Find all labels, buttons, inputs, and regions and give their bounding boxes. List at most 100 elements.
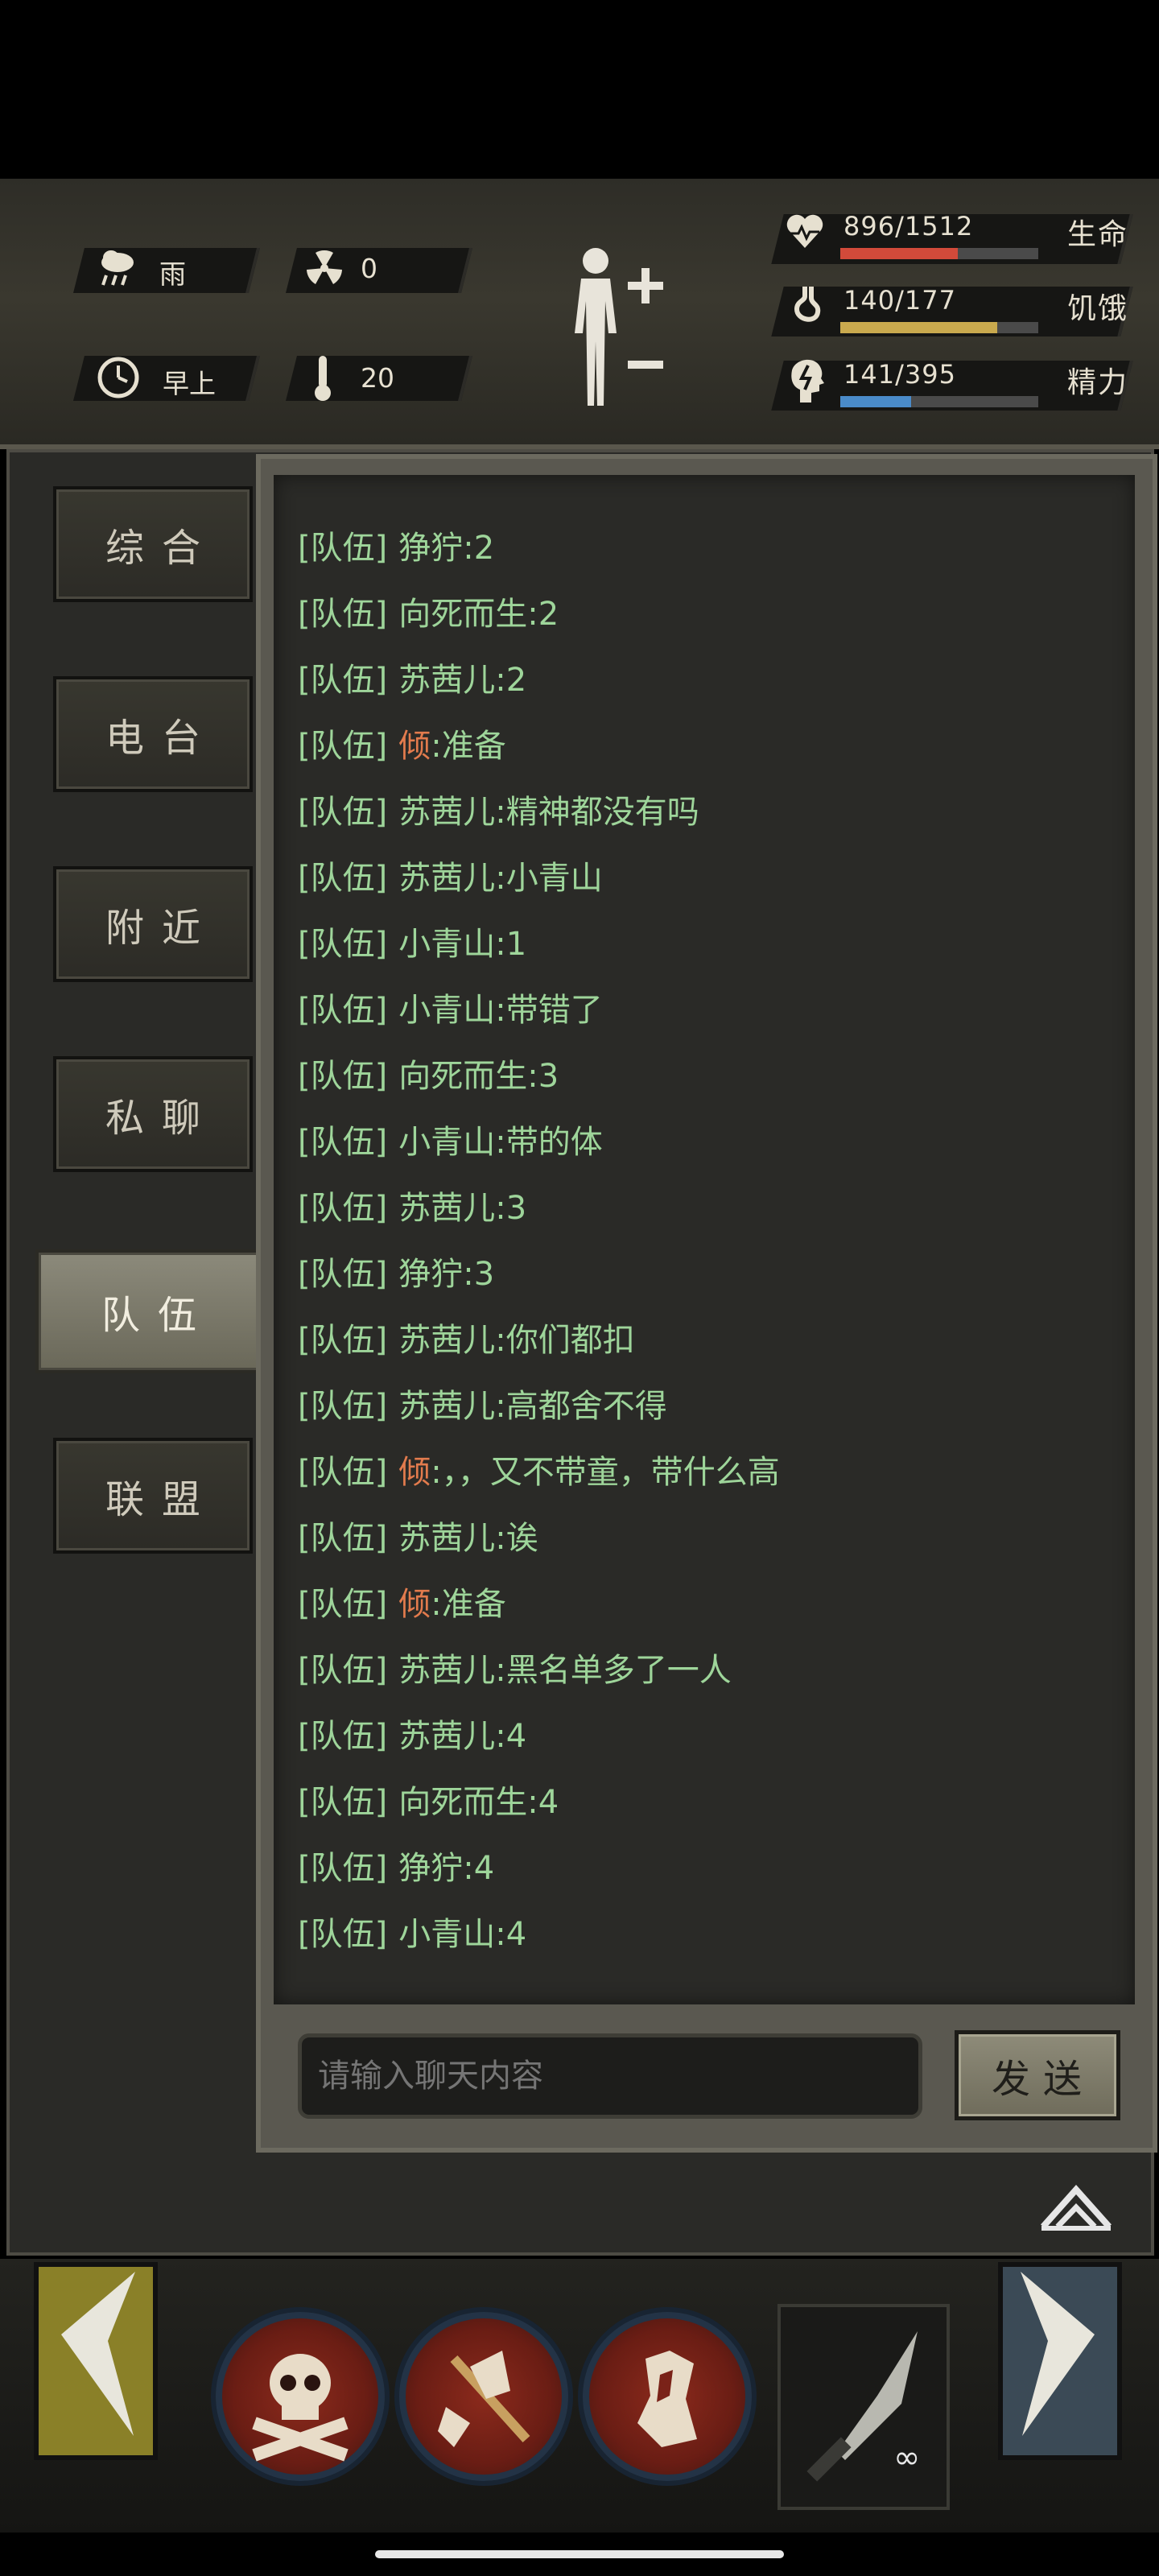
health-bar-track: [840, 248, 1038, 259]
message-text: 4: [505, 1718, 527, 1755]
energy-value: 141/395: [843, 359, 956, 390]
message-text: 3: [538, 1058, 559, 1095]
chevron-left-icon: [61, 2272, 135, 2436]
chat-message: [队伍] 倾:准备: [298, 1578, 506, 1628]
message-separator: :: [495, 1520, 506, 1557]
message-sender[interactable]: 苏茜儿: [398, 1190, 495, 1227]
skill-armor-button[interactable]: [583, 2312, 752, 2481]
chat-message: [队伍] 苏茜儿:诶: [298, 1512, 538, 1562]
tab-team[interactable]: 队伍: [35, 1249, 262, 1373]
message-sender[interactable]: 向死而生: [398, 1058, 527, 1095]
tab-alliance[interactable]: 联盟: [53, 1438, 253, 1554]
hunger-value: 140/177: [843, 285, 956, 316]
message-channel: [队伍]: [298, 1124, 388, 1161]
chat-message: [队伍] 狰狞:3: [298, 1248, 494, 1298]
message-separator: :: [495, 1916, 506, 1953]
message-sender[interactable]: 苏茜儿: [398, 1520, 495, 1557]
chat-message: [队伍] 小青山:4: [298, 1908, 526, 1958]
message-sender[interactable]: 小青山: [398, 926, 495, 963]
health-label: 生命: [1067, 218, 1129, 251]
chat-message: [队伍] 小青山:带的体: [298, 1116, 603, 1166]
message-channel: [队伍]: [298, 596, 388, 633]
message-channel: [队伍]: [298, 1454, 388, 1491]
message-channel: [队伍]: [298, 1916, 388, 1953]
chat-message: [队伍] 倾:，，又不带童，带什么高: [298, 1446, 780, 1496]
message-text: 精神都没有吗: [505, 794, 699, 831]
message-text: 准备: [441, 728, 506, 765]
chat-message: [队伍] 向死而生:4: [298, 1776, 559, 1826]
message-separator: :: [495, 860, 506, 897]
message-text: 3: [473, 1256, 495, 1293]
hunger-bar-fill: [840, 322, 997, 333]
message-channel: [队伍]: [298, 1190, 388, 1227]
chat-message: [队伍] 苏茜儿:高都舍不得: [298, 1380, 667, 1430]
skill-skull-button[interactable]: [216, 2312, 385, 2481]
chat-message: [队伍] 向死而生:2: [298, 588, 559, 638]
chat-message: [队伍] 狰狞:2: [298, 522, 494, 572]
message-sender[interactable]: 苏茜儿: [398, 662, 495, 699]
message-text: 4: [505, 1916, 527, 1953]
skill-axe-button[interactable]: [399, 2312, 568, 2481]
energy-bar-fill: [840, 396, 911, 407]
tab-nearby[interactable]: 附近: [53, 866, 253, 982]
message-separator: :: [495, 1388, 506, 1425]
message-sender[interactable]: 向死而生: [398, 1784, 527, 1821]
broken-axe-icon: [438, 2351, 530, 2447]
prev-page-button[interactable]: [34, 2262, 158, 2460]
clock-icon: [97, 356, 140, 399]
next-page-button[interactable]: [998, 2262, 1122, 2460]
message-sender[interactable]: 苏茜儿: [398, 860, 495, 897]
message-sender[interactable]: 苏茜儿: [398, 1388, 495, 1425]
chat-message: [队伍] 苏茜儿:黑名单多了一人: [298, 1644, 732, 1694]
rain-cloud-icon: [98, 246, 137, 291]
body-status-button[interactable]: [563, 245, 668, 414]
message-separator: :: [431, 728, 442, 765]
message-separator: :: [431, 1454, 442, 1491]
message-sender[interactable]: 苏茜儿: [398, 794, 495, 831]
chat-input[interactable]: [298, 2033, 922, 2119]
home-indicator[interactable]: [375, 2550, 784, 2558]
message-text: 1: [505, 926, 527, 963]
weather-label: 雨: [159, 258, 186, 290]
send-button[interactable]: 发送: [955, 2030, 1120, 2120]
message-channel: [队伍]: [298, 1520, 388, 1557]
message-channel: [队伍]: [298, 926, 388, 963]
message-sender[interactable]: 倾: [398, 728, 431, 765]
message-separator: :: [495, 926, 506, 963]
tab-general[interactable]: 综合: [53, 486, 253, 602]
message-text: 2: [505, 662, 527, 699]
stomach-icon: [790, 283, 823, 328]
message-separator: :: [527, 596, 538, 633]
message-channel: [队伍]: [298, 794, 388, 831]
message-sender[interactable]: 狰狞: [398, 1850, 463, 1887]
message-text: 2: [538, 596, 559, 633]
chat-message-list[interactable]: [274, 475, 1135, 2004]
message-sender[interactable]: 苏茜儿: [398, 1652, 495, 1689]
chat-message: [队伍] 向死而生:3: [298, 1050, 559, 1100]
message-sender[interactable]: 小青山: [398, 1124, 495, 1161]
weapon-slot[interactable]: [777, 2304, 950, 2510]
head-energy-icon: [789, 354, 826, 406]
chevron-right-icon: [1021, 2272, 1095, 2436]
chat-message: [队伍] 小青山:带错了: [298, 984, 603, 1034]
message-sender[interactable]: 苏茜儿: [398, 1718, 495, 1755]
thermometer-icon: [311, 354, 335, 402]
body-figure-icon: [575, 248, 663, 406]
message-sender[interactable]: 苏茜儿: [398, 1322, 495, 1359]
temperature-value: 20: [361, 362, 394, 394]
message-sender[interactable]: 狰狞: [398, 1256, 463, 1293]
message-channel: [队伍]: [298, 1718, 388, 1755]
message-channel: [队伍]: [298, 530, 388, 567]
message-sender[interactable]: 倾: [398, 1454, 431, 1491]
message-text: 准备: [441, 1586, 506, 1623]
message-sender[interactable]: 向死而生: [398, 596, 527, 633]
message-sender[interactable]: 小青山: [398, 1916, 495, 1953]
tab-private[interactable]: 私聊: [53, 1056, 253, 1172]
message-sender[interactable]: 倾: [398, 1586, 431, 1623]
double-chevron-up-icon[interactable]: [1038, 2178, 1114, 2231]
message-text: ，，又不带童，带什么高: [441, 1454, 780, 1491]
message-sender[interactable]: 小青山: [398, 992, 495, 1029]
skill-bar: [0, 2259, 1159, 2533]
message-sender[interactable]: 狰狞: [398, 530, 463, 567]
tab-radio[interactable]: 电台: [53, 676, 253, 792]
